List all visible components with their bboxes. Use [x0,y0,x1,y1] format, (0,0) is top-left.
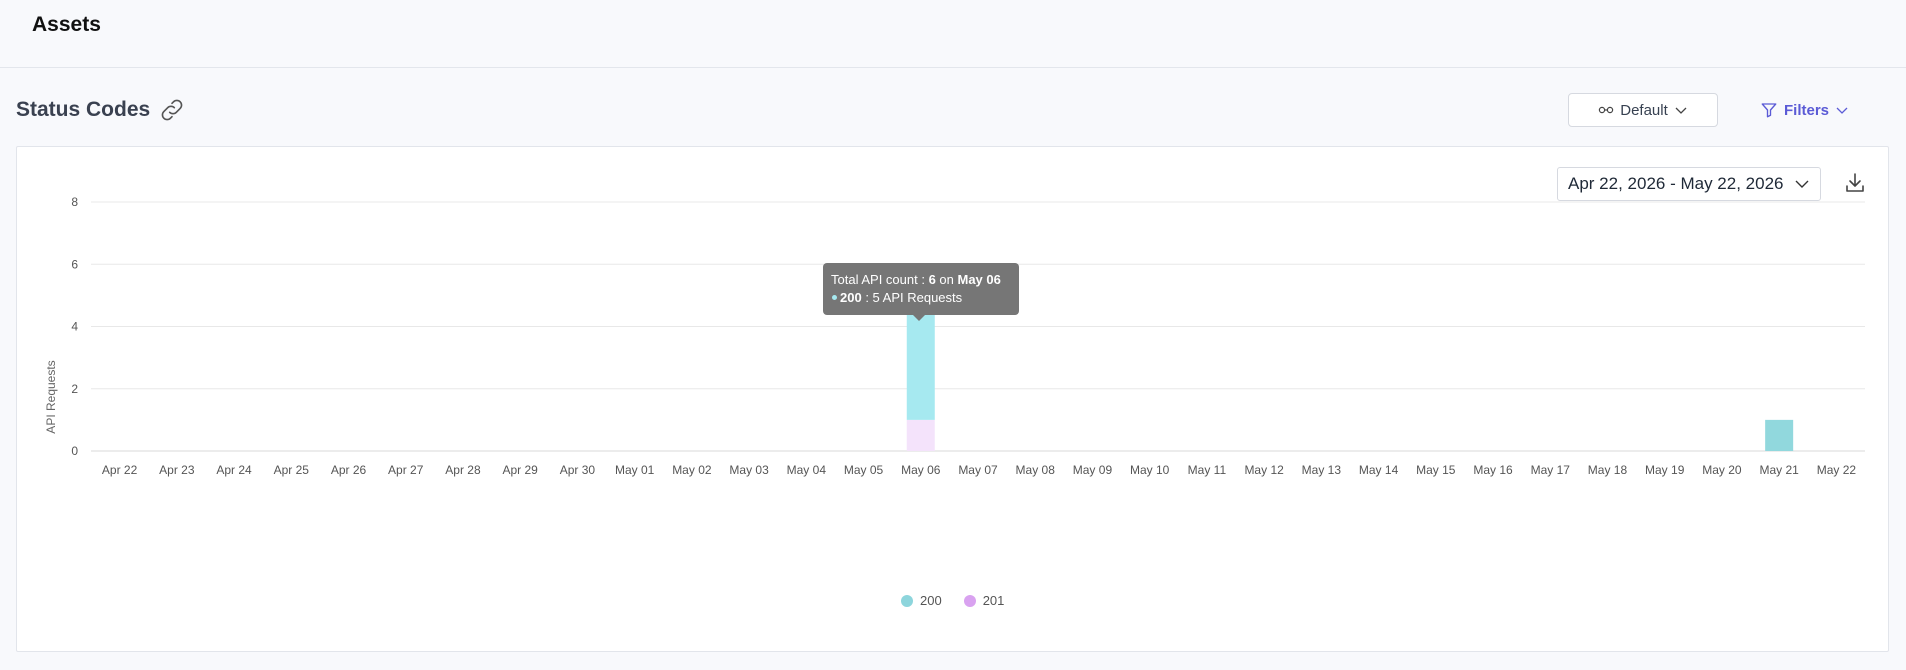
x-tick-label: Apr 26 [331,463,367,477]
y-tick-label: 2 [71,382,78,396]
filters-label: Filters [1784,101,1830,119]
chart-tooltip: Total API count : 6 on May 06 200 : 5 AP… [823,263,1019,321]
x-tick-label: May 13 [1302,463,1342,477]
view-default-button[interactable]: Default [1568,93,1718,127]
x-tick-label: May 18 [1588,463,1628,477]
series-dot-icon [832,295,837,301]
x-tick-label: May 05 [844,463,884,477]
tooltip-line-2: 200 : 5 API Requests [831,289,1011,307]
section-header: Status Codes Default Filters [0,72,1906,144]
y-axis-label: API Requests [44,360,58,433]
section-title: Status Codes [16,98,151,121]
filters-button[interactable]: Filters [1760,93,1860,127]
y-tick-label: 4 [71,320,78,334]
tooltip-line-1: Total API count : 6 on May 06 [831,272,1001,287]
x-tick-label: May 02 [672,463,712,477]
bar-201[interactable] [906,419,935,451]
x-tick-label: May 16 [1473,463,1513,477]
x-tick-label: May 15 [1416,463,1456,477]
x-tick-label: May 07 [958,463,998,477]
x-tick-label: May 12 [1244,463,1284,477]
x-tick-label: May 10 [1130,463,1170,477]
x-tick-label: Apr 22 [102,463,138,477]
bar-200[interactable] [1765,419,1794,451]
x-tick-label: May 20 [1702,463,1742,477]
x-tick-label: Apr 28 [445,463,481,477]
x-tick-label: Apr 30 [560,463,596,477]
x-tick-label: Apr 25 [274,463,310,477]
y-tick-label: 0 [71,444,78,458]
x-tick-label: May 04 [787,463,827,477]
filter-icon [1761,103,1777,118]
legend-swatch-200 [901,594,913,607]
y-tick-label: 8 [71,195,78,209]
x-tick-label: May 21 [1759,463,1799,477]
chart-legend: 200 201 [901,593,1004,608]
top-bar: Assets [0,0,1906,68]
x-tick-label: May 03 [729,463,769,477]
legend-item-201[interactable]: 201 [963,593,1005,608]
legend-swatch-201 [963,594,976,607]
x-tick-label: May 17 [1531,463,1571,477]
legend-item-200[interactable]: 200 [901,593,942,608]
x-tick-label: May 01 [615,463,655,477]
chevron-down-icon [1836,107,1848,114]
view-default-label: Default [1620,101,1668,119]
x-tick-label: May 06 [901,463,941,477]
link-icon[interactable] [158,96,186,124]
x-tick-label: May 08 [1016,463,1056,477]
x-tick-label: May 11 [1188,463,1227,477]
x-tick-label: Apr 23 [159,463,195,477]
y-tick-label: 6 [71,257,78,271]
x-tick-label: Apr 27 [388,463,424,477]
legend-label-201: 201 [982,593,1005,608]
legend-label-200: 200 [920,593,942,608]
glasses-icon [1599,106,1614,114]
chart-card: Apr 22, 2026 - May 22, 2026 Apr 22 Apr 23… [16,146,1889,652]
x-tick-label: Apr 24 [216,463,252,477]
x-tick-label: Apr 29 [503,463,539,477]
x-tick-label: May 19 [1645,463,1685,477]
x-tick-label: May 09 [1073,463,1113,477]
status-codes-chart: Apr 22 Apr 23 Apr 24 Apr 25 Apr 26 Apr 27 Apr … [44,195,1865,477]
x-tick-label: May 14 [1359,463,1399,477]
chevron-down-icon [1675,107,1687,114]
page-title: Assets [32,13,101,36]
x-tick-label: May 22 [1817,463,1857,477]
